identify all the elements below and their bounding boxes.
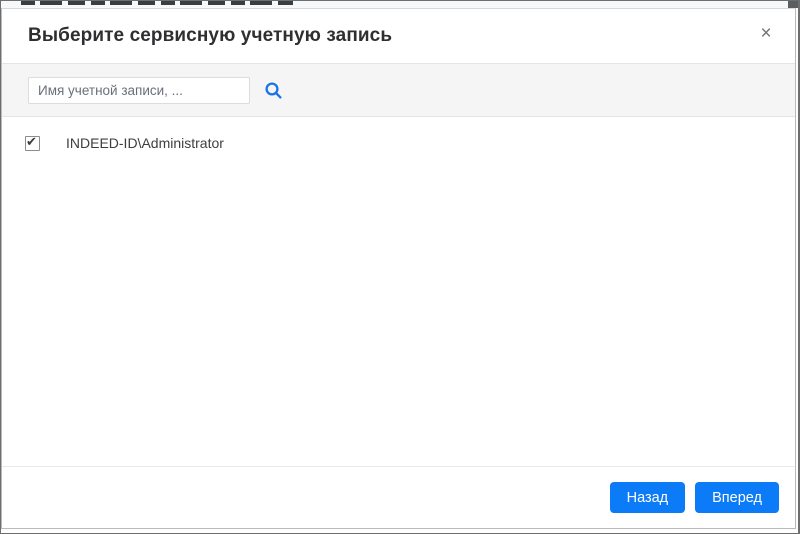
- search-icon: [264, 81, 282, 99]
- dialog-footer: Назад Вперед: [2, 466, 795, 528]
- window-frame: Выберите сервисную учетную запись × ✔ IN…: [0, 0, 800, 534]
- window-right-edge: [798, 0, 799, 534]
- page-behind-top: [1, 1, 798, 8]
- back-button[interactable]: Назад: [609, 482, 686, 513]
- page-behind-corner: [788, 1, 798, 8]
- select-service-account-dialog: Выберите сервисную учетную запись × ✔ IN…: [1, 8, 796, 529]
- account-list: ✔ INDEED-ID\Administrator: [2, 117, 795, 466]
- search-bar: [2, 63, 795, 117]
- dialog-title: Выберите сервисную учетную запись: [28, 25, 393, 46]
- next-button[interactable]: Вперед: [695, 482, 779, 513]
- page-behind-bottom: [1, 530, 798, 533]
- cutoff-page-heading: [21, 1, 293, 5]
- dialog-header: Выберите сервисную учетную запись ×: [2, 9, 795, 63]
- list-item[interactable]: ✔ INDEED-ID\Administrator: [2, 129, 795, 157]
- search-button[interactable]: [258, 75, 288, 105]
- search-input[interactable]: [28, 76, 250, 104]
- checkmark-icon: ✔: [26, 133, 37, 149]
- account-checkbox[interactable]: ✔: [25, 133, 40, 151]
- account-name: INDEED-ID\Administrator: [66, 135, 224, 151]
- close-icon[interactable]: ×: [753, 21, 779, 47]
